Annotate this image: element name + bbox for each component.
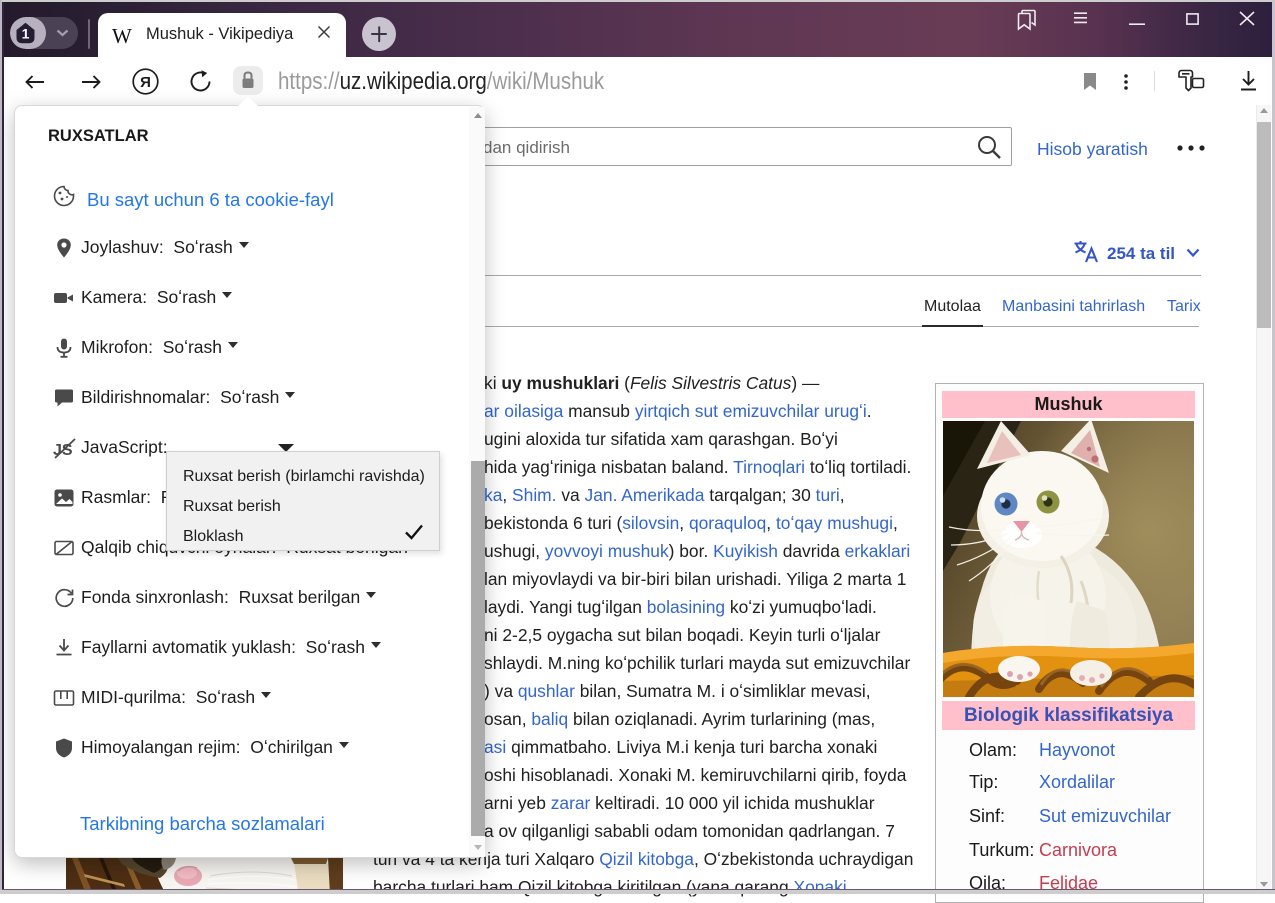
svg-text:1: 1 (22, 26, 30, 42)
svg-text:Я: Я (140, 74, 151, 91)
